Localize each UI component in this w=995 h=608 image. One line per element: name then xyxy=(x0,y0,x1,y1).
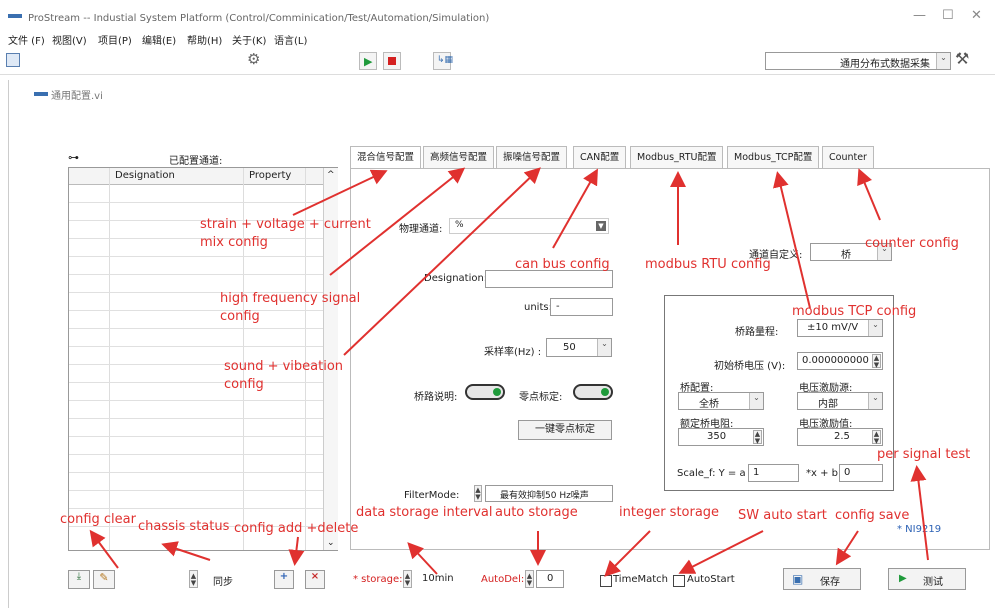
annotation-tcp: modbus TCP config xyxy=(792,304,917,319)
annotation-hf: high frequency signal xyxy=(220,291,361,306)
annotation-chassis: chassis status xyxy=(138,519,230,534)
annotation-counter: counter config xyxy=(865,236,959,251)
annotation-per-test: per signal test xyxy=(877,447,971,462)
annotation-can: can bus config xyxy=(515,257,610,272)
annotation-sv-2: config xyxy=(224,377,264,392)
annotation-autostore: auto storage xyxy=(495,505,578,520)
annotation-sv: sound + vibeation xyxy=(224,359,344,374)
annotation-hf-2: config xyxy=(220,309,260,324)
annotation-adddel: config add +delete xyxy=(234,521,359,536)
annotation-interval: data storage interval xyxy=(356,505,493,520)
annotation-rtu: modbus RTU config xyxy=(645,257,771,272)
annotation-clear: config clear xyxy=(60,512,136,527)
annotation-swauto: SW auto start xyxy=(738,508,827,523)
annotation-intstore: integer storage xyxy=(619,505,720,520)
annotation-mix-2: mix config xyxy=(200,235,268,250)
annotation-mix: strain + voltage + current xyxy=(200,217,371,232)
annotation-save: config save xyxy=(835,508,910,523)
